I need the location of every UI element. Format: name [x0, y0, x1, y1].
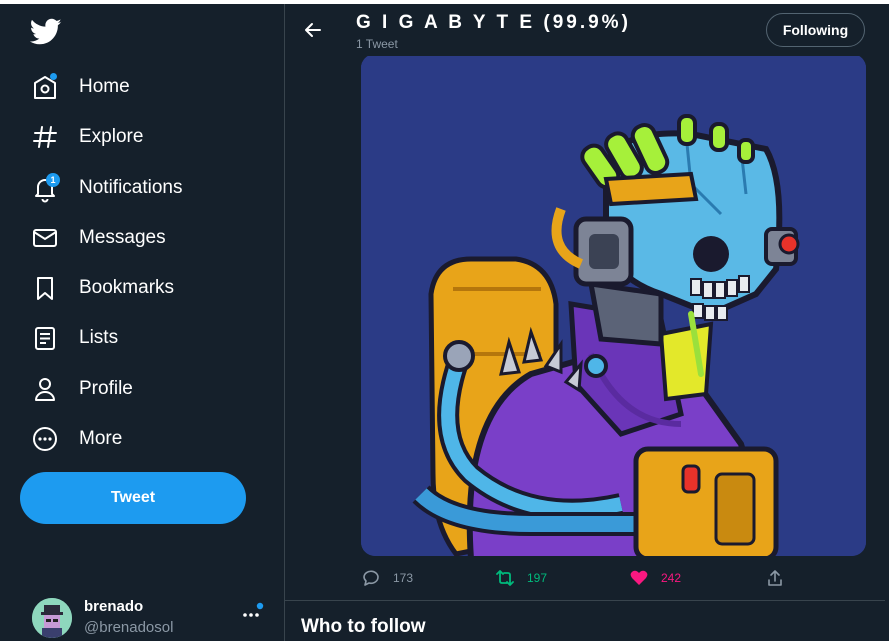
twitter-app: Home Explore 1 Notifications Messages Bo…	[0, 0, 889, 641]
sidebar-item-label: More	[79, 428, 123, 449]
more-circle-icon	[30, 424, 60, 454]
home-unread-dot	[50, 73, 57, 80]
sidebar-item-label: Notifications	[79, 177, 183, 198]
heart-icon	[630, 570, 648, 585]
reply-count: 173	[393, 571, 414, 585]
sidebar-item-label: Explore	[79, 126, 144, 147]
right-column-edge	[885, 4, 889, 641]
reply-icon	[363, 570, 379, 586]
like-action[interactable]: 242	[629, 566, 681, 590]
account-name: brenado	[84, 598, 144, 615]
hashtag-icon	[30, 122, 60, 152]
list-icon	[30, 323, 60, 353]
person-icon	[30, 374, 60, 404]
sidebar-item-explore[interactable]: Explore	[30, 117, 143, 157]
home-icon	[30, 72, 60, 102]
account-handle: @brenadosol	[84, 619, 174, 636]
like-count: 242	[661, 571, 682, 585]
notification-badge: 1	[46, 173, 60, 187]
account-switcher[interactable]: brenado @brenadosol	[20, 592, 270, 640]
who-to-follow-heading: Who to follow	[301, 616, 426, 637]
sidebar-item-label: Messages	[79, 227, 166, 248]
sidebar-item-label: Home	[79, 76, 130, 97]
profile-header: G I G A B Y T E (99.9%) 1 Tweet Followin…	[285, 4, 885, 56]
back-arrow-icon[interactable]	[301, 18, 325, 42]
sidebar-item-profile[interactable]: Profile	[30, 369, 133, 409]
retweet-count: 197	[527, 571, 548, 585]
sidebar-item-home[interactable]: Home	[30, 67, 130, 107]
bookmark-icon	[30, 273, 60, 303]
page-title: G I G A B Y T E (99.9%)	[356, 12, 631, 33]
retweet-action[interactable]: 197	[495, 566, 547, 590]
sidebar: Home Explore 1 Notifications Messages Bo…	[0, 4, 284, 641]
sidebar-item-notifications[interactable]: 1 Notifications	[30, 168, 183, 208]
reply-action[interactable]: 173	[361, 566, 413, 590]
share-icon	[768, 570, 782, 586]
sidebar-item-more[interactable]: More	[30, 419, 122, 459]
twitter-logo-icon[interactable]	[29, 18, 62, 46]
sidebar-item-label: Lists	[79, 327, 119, 348]
tweet-media-image[interactable]	[361, 54, 866, 556]
sidebar-item-label: Profile	[79, 378, 133, 399]
tweet-button[interactable]: Tweet	[20, 472, 246, 524]
retweet-icon	[496, 570, 514, 586]
share-action[interactable]	[765, 566, 785, 590]
tweet-actions: 173 197 242	[361, 566, 866, 590]
main-column: G I G A B Y T E (99.9%) 1 Tweet Followin…	[284, 4, 886, 641]
bell-icon: 1	[30, 173, 60, 203]
more-horizontal-icon[interactable]	[240, 602, 266, 622]
tweet-count: 1 Tweet	[356, 37, 398, 51]
section-divider	[285, 600, 885, 601]
sidebar-item-lists[interactable]: Lists	[30, 318, 118, 358]
sidebar-item-label: Bookmarks	[79, 277, 175, 298]
envelope-icon	[30, 223, 60, 253]
avatar	[32, 598, 72, 638]
sidebar-item-messages[interactable]: Messages	[30, 218, 166, 258]
sidebar-item-bookmarks[interactable]: Bookmarks	[30, 268, 174, 308]
following-button[interactable]: Following	[766, 13, 865, 47]
